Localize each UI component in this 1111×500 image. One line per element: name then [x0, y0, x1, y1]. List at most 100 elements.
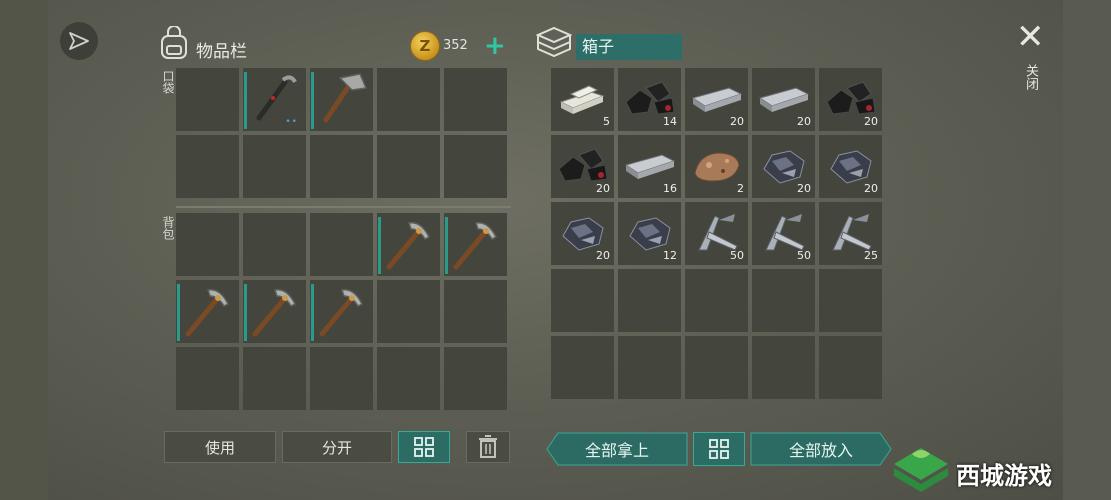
- inventory-title: 物品栏: [196, 42, 247, 62]
- item-count: 12: [663, 249, 677, 262]
- box-slot[interactable]: [551, 336, 614, 399]
- box-slot[interactable]: 25: [819, 202, 882, 265]
- backpack-slot[interactable]: [444, 213, 507, 276]
- use-button[interactable]: 使用: [164, 431, 276, 463]
- send-arrow-icon: [69, 32, 89, 50]
- item-count: 50: [730, 249, 744, 262]
- pocket-slot[interactable]: [444, 68, 507, 131]
- backpack-slot[interactable]: [310, 213, 373, 276]
- sort-inventory-button[interactable]: [398, 431, 450, 463]
- backpack-slot[interactable]: [377, 213, 440, 276]
- item-count: 20: [864, 182, 878, 195]
- right-edge-panel: [1063, 0, 1111, 500]
- pocket-slot[interactable]: [176, 68, 239, 131]
- split-button[interactable]: 分开: [282, 431, 392, 463]
- coin-count: 352: [443, 38, 468, 53]
- pocket-grid: ••: [176, 68, 507, 198]
- box-slot[interactable]: [819, 269, 882, 332]
- box-slot[interactable]: 20: [752, 135, 815, 198]
- item-count: 20: [596, 249, 610, 262]
- box-name-field[interactable]: 箱子: [576, 34, 682, 60]
- box-slot[interactable]: 20: [819, 135, 882, 198]
- backpack-slot[interactable]: [243, 280, 306, 343]
- backpack-slot[interactable]: [377, 280, 440, 343]
- item-count: 20: [730, 115, 744, 128]
- backpack-slot[interactable]: [444, 280, 507, 343]
- add-coins-button[interactable]: +: [484, 33, 506, 59]
- grid-sort-icon: [414, 437, 434, 457]
- pocket-slot[interactable]: [444, 135, 507, 198]
- grid-sort-icon: [709, 439, 729, 459]
- watermark-text: 西城游戏: [956, 462, 1052, 490]
- coin-icon: Z: [410, 31, 440, 61]
- backpack-grid: [176, 213, 507, 410]
- box-slot[interactable]: 20: [551, 135, 614, 198]
- box-slot[interactable]: 20: [685, 68, 748, 131]
- trash-button[interactable]: [466, 431, 510, 463]
- pocket-slot[interactable]: [310, 135, 373, 198]
- box-grid: 5 14 20 20 20 20 16 2 20 20 20 12 50 50 25: [551, 68, 886, 399]
- box-slot[interactable]: 14: [618, 68, 681, 131]
- pocket-slot[interactable]: ••: [243, 68, 306, 131]
- box-slot[interactable]: 12: [618, 202, 681, 265]
- durability-dots: ••: [285, 117, 298, 127]
- box-slot[interactable]: [685, 336, 748, 399]
- pocket-label: 口袋: [161, 70, 175, 94]
- put-all-button[interactable]: 全部放入: [750, 432, 892, 466]
- put-all-label: 全部放入: [788, 441, 853, 460]
- trash-icon: [479, 435, 497, 458]
- box-slot[interactable]: 5: [551, 68, 614, 131]
- item-count: 20: [797, 182, 811, 195]
- item-count: 20: [864, 115, 878, 128]
- take-all-label: 全部拿上: [584, 441, 649, 460]
- backpack-slot[interactable]: [243, 347, 306, 410]
- backpack-icon: [158, 25, 190, 64]
- watermark-logo: [892, 446, 950, 500]
- box-grid-viewport[interactable]: 5 14 20 20 20 20 16 2 20 20 20 12 50 50 25: [551, 68, 886, 412]
- backpack-label: 背包: [161, 216, 175, 240]
- item-count: 2: [737, 182, 744, 195]
- box-slot[interactable]: 16: [618, 135, 681, 198]
- box-slot[interactable]: [752, 269, 815, 332]
- box-slot[interactable]: [752, 336, 815, 399]
- box-slot[interactable]: 20: [752, 68, 815, 131]
- sort-box-button[interactable]: [693, 432, 745, 466]
- pocket-slot[interactable]: [176, 135, 239, 198]
- section-divider: [176, 206, 511, 208]
- backpack-slot[interactable]: [444, 347, 507, 410]
- box-slot[interactable]: [618, 336, 681, 399]
- item-count: 25: [864, 249, 878, 262]
- box-icon: [535, 26, 573, 62]
- box-slot[interactable]: 50: [752, 202, 815, 265]
- item-count: 20: [797, 115, 811, 128]
- take-all-button[interactable]: 全部拿上: [546, 432, 688, 466]
- backpack-slot[interactable]: [310, 347, 373, 410]
- box-slot[interactable]: 20: [551, 202, 614, 265]
- item-count: 16: [663, 182, 677, 195]
- pocket-slot[interactable]: [243, 135, 306, 198]
- backpack-slot[interactable]: [310, 280, 373, 343]
- box-slot[interactable]: [819, 336, 882, 399]
- pocket-slot[interactable]: [377, 135, 440, 198]
- close-label[interactable]: 关闭: [1021, 64, 1040, 90]
- navigate-button[interactable]: [60, 22, 98, 60]
- left-edge-panel: [0, 0, 48, 500]
- backpack-slot[interactable]: [176, 280, 239, 343]
- backpack-slot[interactable]: [243, 213, 306, 276]
- pocket-slot[interactable]: [377, 68, 440, 131]
- backpack-slot[interactable]: [377, 347, 440, 410]
- backpack-slot[interactable]: [176, 213, 239, 276]
- backpack-slot[interactable]: [176, 347, 239, 410]
- box-slot[interactable]: 50: [685, 202, 748, 265]
- close-icon[interactable]: ✕: [1016, 20, 1045, 54]
- item-count: 14: [663, 115, 677, 128]
- item-count: 50: [797, 249, 811, 262]
- box-slot[interactable]: [618, 269, 681, 332]
- box-slot[interactable]: 2: [685, 135, 748, 198]
- box-slot[interactable]: [551, 269, 614, 332]
- box-slot[interactable]: [685, 269, 748, 332]
- item-count: 5: [603, 115, 610, 128]
- box-slot[interactable]: 20: [819, 68, 882, 131]
- item-count: 20: [596, 182, 610, 195]
- pocket-slot[interactable]: [310, 68, 373, 131]
